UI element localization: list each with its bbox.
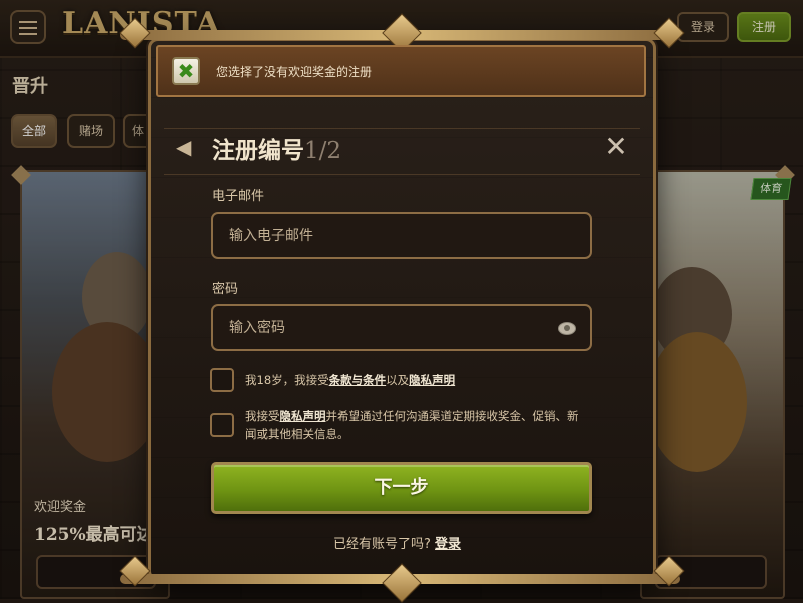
divider [164,174,640,175]
privacy-link-2[interactable]: 隐私声明 [280,409,326,423]
notice-text: 您选择了没有欢迎奖金的注册 [216,65,373,79]
age-terms-checkbox[interactable] [210,368,234,392]
terms-link[interactable]: 条款与条件 [329,373,387,387]
password-field-wrapper [211,304,592,351]
marketing-text: 我接受隐私声明并希望通过任何沟通渠道定期接收奖金、促销、新 闻或其他相关信息。 [245,409,579,441]
email-field[interactable] [213,214,590,257]
password-label: 密码 [212,282,239,297]
title-text: 注册编号 [212,137,304,164]
email-field-wrapper [211,212,592,259]
password-field[interactable] [213,306,590,349]
login-link[interactable]: 登录 [435,537,461,552]
eye-icon[interactable] [558,322,576,335]
next-step-button[interactable]: 下一步 [211,462,592,514]
age-terms-text: 我18岁，我接受条款与条件以及隐私声明 [245,373,456,387]
email-label: 电子邮件 [212,189,265,204]
back-arrow-icon[interactable]: ◀ [176,136,198,158]
modal-title: 注册编号1/2 [212,131,341,165]
clover-icon: ✖ [172,57,200,85]
close-icon[interactable]: ✕ [602,133,630,161]
have-account-row: 已经有账号了吗? 登录 [333,537,462,552]
divider [164,128,640,129]
privacy-link[interactable]: 隐私声明 [409,373,455,387]
marketing-checkbox[interactable] [210,413,234,437]
step-indicator: 1/2 [304,138,342,164]
